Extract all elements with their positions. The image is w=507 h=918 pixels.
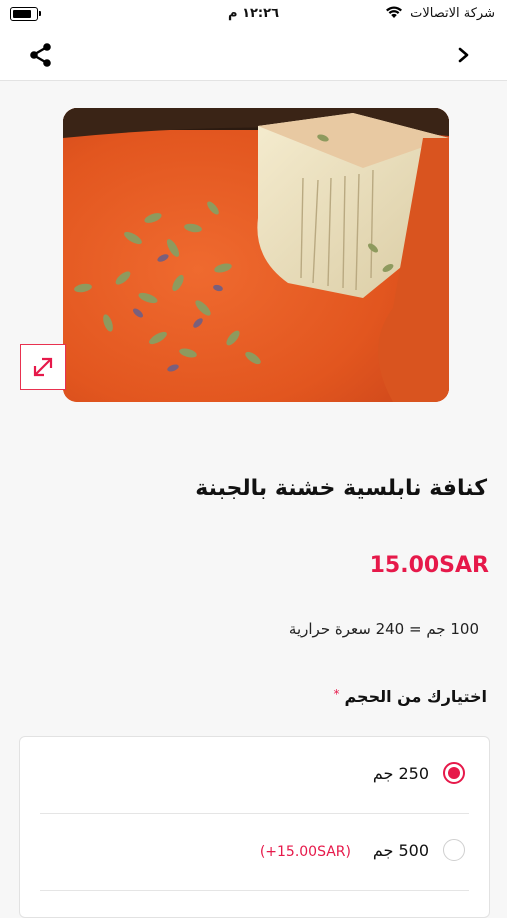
- share-icon[interactable]: [28, 42, 54, 68]
- product-image: [63, 108, 449, 402]
- top-navbar: [0, 32, 507, 81]
- required-mark: *: [333, 687, 340, 701]
- size-label-text: اختيارك من الحجم: [344, 687, 487, 706]
- size-section-label: اختيارك من الحجم *: [333, 687, 487, 706]
- option-extra-price: (+15.00SAR): [259, 844, 351, 860]
- expand-image-button[interactable]: [20, 344, 66, 390]
- size-options-card: 250 جم 500 جم (+15.00SAR): [19, 736, 490, 918]
- calorie-info: 100 جم = 240 سعرة حرارية: [288, 620, 479, 638]
- status-bar: ١٢:٢٦ م شركة الاتصالات: [0, 0, 507, 32]
- wifi-icon: [386, 6, 402, 18]
- option-label: 500 جم: [372, 841, 429, 860]
- size-option-500[interactable]: 500 جم (+15.00SAR): [40, 814, 469, 891]
- product-price: 15.00SAR: [369, 553, 489, 578]
- chevron-right-icon[interactable]: [457, 43, 471, 67]
- expand-icon: [33, 357, 53, 377]
- option-label: 250 جم: [372, 764, 429, 783]
- radio-selected-icon[interactable]: [443, 762, 465, 784]
- size-option-250[interactable]: 250 جم: [40, 737, 469, 814]
- carrier-name: شركة الاتصالات: [410, 6, 495, 21]
- radio-unselected-icon[interactable]: [443, 839, 465, 861]
- product-title: كنافة نابلسية خشنة بالجبنة: [195, 476, 487, 501]
